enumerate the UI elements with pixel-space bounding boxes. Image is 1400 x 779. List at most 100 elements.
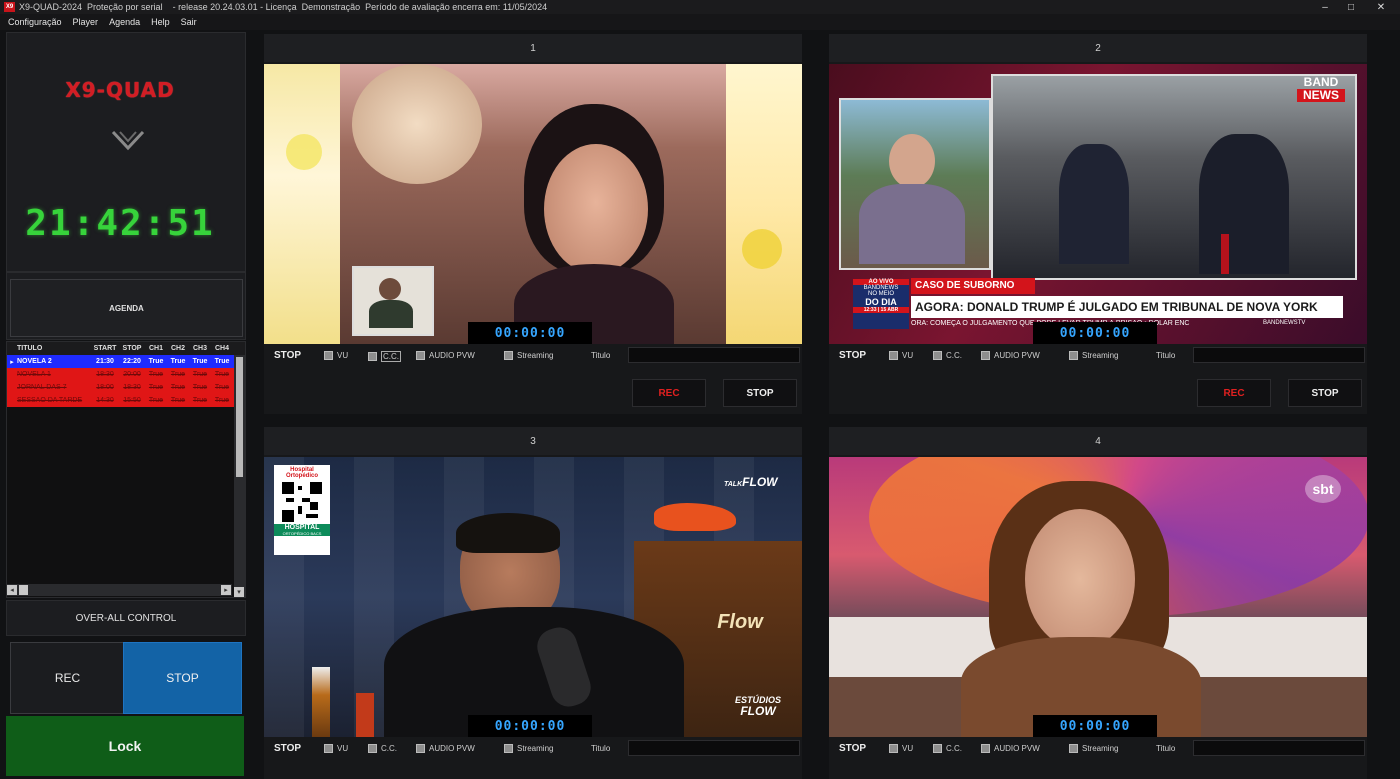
schedule-table: TÍTULO START STOP CH1 CH2 CH3 CH4 ▸ NOVE… xyxy=(6,341,246,598)
menu-player[interactable]: Player xyxy=(73,17,99,27)
vu-checkbox[interactable]: VU xyxy=(889,351,913,360)
maximize-icon[interactable]: □ xyxy=(1342,0,1360,14)
channel-2-panel: 2 BAND NEWS AO VIVO BANDNEWS NO MEIO DO … xyxy=(829,34,1367,414)
talk-flow-logo: TALKFLOW xyxy=(724,475,778,489)
vertical-scrollbar[interactable]: ▾ xyxy=(234,355,245,597)
col-ch3[interactable]: CH3 xyxy=(189,345,211,352)
channel-2-status: STOP xyxy=(839,350,867,361)
titulo-input[interactable] xyxy=(628,740,800,756)
channel-2-rec-button[interactable]: REC xyxy=(1197,379,1271,407)
channel-1-rec-button[interactable]: REC xyxy=(632,379,706,407)
channel-3-header: 3 xyxy=(264,427,802,455)
scroll-right-icon[interactable]: ▸ xyxy=(221,585,231,595)
channel-2-video[interactable]: BAND NEWS AO VIVO BANDNEWS NO MEIO DO DI… xyxy=(829,64,1367,344)
over-all-rec-button[interactable]: REC xyxy=(10,642,125,714)
scroll-left-icon[interactable]: ◂ xyxy=(7,585,17,595)
channel-2-controls: STOP VU C.C. AUDIO PVW Streaming Titulo xyxy=(829,347,1367,367)
channel-2-stop-button[interactable]: STOP xyxy=(1288,379,1362,407)
title-bar: X9 X9-QUAD-2024 Proteção por serial - re… xyxy=(0,0,1400,14)
audio-pvw-checkbox[interactable]: AUDIO PVW xyxy=(416,351,475,360)
channel-2-timecode: 00:00:00 xyxy=(1033,322,1157,344)
vu-checkbox[interactable]: VU xyxy=(324,351,348,360)
table-row[interactable]: NOVELA 1 18:30 20:00 True True True True xyxy=(7,368,245,381)
channel-4-panel: 4 sbt 00:00:00 STOP VU C.C. AUDIO PVW St… xyxy=(829,427,1367,779)
channel-1-timecode: 00:00:00 xyxy=(468,322,592,344)
channel-4-timecode: 00:00:00 xyxy=(1033,715,1157,737)
channel-1-status: STOP xyxy=(274,350,302,361)
col-start[interactable]: START xyxy=(91,345,119,352)
headline-banner: AGORA: DONALD TRUMP É JULGADO EM TRIBUNA… xyxy=(911,296,1343,318)
audio-pvw-checkbox[interactable]: AUDIO PVW xyxy=(981,351,1040,360)
digital-clock: 21:42:51 xyxy=(25,203,215,244)
menu-help[interactable]: Help xyxy=(151,17,170,27)
titulo-label: Titulo xyxy=(1156,744,1176,753)
app-icon: X9 xyxy=(4,2,15,12)
titulo-input[interactable] xyxy=(1193,740,1365,756)
cc-checkbox[interactable]: C.C. xyxy=(933,351,962,360)
streaming-checkbox[interactable]: Streaming xyxy=(504,351,553,360)
titulo-input[interactable] xyxy=(628,347,800,363)
social-handle: BANDNEWSTV xyxy=(1263,320,1306,326)
logo-clock-panel: X9-QUAD 21:42:51 xyxy=(6,32,246,272)
cc-checkbox[interactable]: C.C. xyxy=(933,744,962,753)
channel-4-status: STOP xyxy=(839,743,867,754)
sbt-logo: sbt xyxy=(1305,475,1341,503)
scrollbar-thumb[interactable] xyxy=(19,585,28,595)
menu-agenda[interactable]: Agenda xyxy=(109,17,140,27)
titulo-input[interactable] xyxy=(1193,347,1365,363)
over-all-stop-button[interactable]: STOP xyxy=(123,642,242,714)
band-news-logo: BAND NEWS xyxy=(1291,76,1351,110)
audio-pvw-checkbox[interactable]: AUDIO PVW xyxy=(416,744,475,753)
menu-sair[interactable]: Sair xyxy=(181,17,197,27)
cc-checkbox[interactable]: C.C. xyxy=(368,351,401,362)
channel-3-timecode: 00:00:00 xyxy=(468,715,592,737)
channel-4-header: 4 xyxy=(829,427,1367,455)
program-bug: AO VIVO BANDNEWS NO MEIO DO DIA 12:33 | … xyxy=(853,279,909,329)
flow-neon-sign: Flow xyxy=(717,611,763,633)
estudios-flow-logo: ESTÚDIOS FLOW xyxy=(734,695,781,718)
agenda-button[interactable]: AGENDA xyxy=(10,279,243,337)
titulo-label: Titulo xyxy=(591,351,611,360)
channel-1-stop-button[interactable]: STOP xyxy=(723,379,797,407)
col-title[interactable]: TÍTULO xyxy=(17,345,91,352)
scroll-down-icon[interactable]: ▾ xyxy=(234,587,244,597)
channel-1-video[interactable]: 00:00:00 xyxy=(264,64,802,344)
table-row[interactable]: JORNAL DAS 7 18:00 18:30 True True True … xyxy=(7,381,245,394)
vu-checkbox[interactable]: VU xyxy=(324,744,348,753)
streaming-checkbox[interactable]: Streaming xyxy=(504,744,553,753)
vu-checkbox[interactable]: VU xyxy=(889,744,913,753)
horizontal-scrollbar[interactable]: ◂ ▸ xyxy=(6,584,232,596)
titulo-label: Titulo xyxy=(591,744,611,753)
table-row[interactable]: SESSÃO DA TARDE 14:30 15:50 True True Tr… xyxy=(7,394,245,407)
cc-checkbox[interactable]: C.C. xyxy=(368,744,397,753)
channel-3-video[interactable]: TALKFLOW Flow Hospital Ortopédico HOSPIT… xyxy=(264,457,802,737)
table-row[interactable]: ▸ NOVELA 2 21:30 22:20 True True True Tr… xyxy=(7,355,245,368)
hospital-qr-ad: Hospital Ortopédico HOSPITAL ORTOPÉDICO … xyxy=(274,465,330,555)
channel-3-controls: STOP VU C.C. AUDIO PVW Streaming Titulo xyxy=(264,740,802,760)
streaming-checkbox[interactable]: Streaming xyxy=(1069,744,1118,753)
schedule-header: TÍTULO START STOP CH1 CH2 CH3 CH4 xyxy=(7,342,245,355)
close-icon[interactable]: ✕ xyxy=(1372,0,1390,14)
scrollbar-thumb[interactable] xyxy=(236,357,243,477)
titulo-label: Titulo xyxy=(1156,351,1176,360)
window-title: X9-QUAD-2024 Proteção por serial - relea… xyxy=(19,2,548,12)
menu-bar: Configuração Player Agenda Help Sair xyxy=(0,14,1400,30)
minimize-icon[interactable]: – xyxy=(1316,0,1334,14)
audio-pvw-checkbox[interactable]: AUDIO PVW xyxy=(981,744,1040,753)
col-ch1[interactable]: CH1 xyxy=(145,345,167,352)
channel-1-header: 1 xyxy=(264,34,802,62)
topic-banner: CASO DE SUBORNO xyxy=(911,278,1035,294)
channel-2-header: 2 xyxy=(829,34,1367,62)
over-all-control-label: OVER-ALL CONTROL xyxy=(6,600,246,636)
lock-button[interactable]: Lock xyxy=(6,716,244,776)
menu-configuracao[interactable]: Configuração xyxy=(8,17,62,27)
streaming-checkbox[interactable]: Streaming xyxy=(1069,351,1118,360)
channel-3-panel: 3 TALKFLOW Flow Hospital Ortopédico HOSP… xyxy=(264,427,802,779)
col-ch2[interactable]: CH2 xyxy=(167,345,189,352)
channel-3-status: STOP xyxy=(274,743,302,754)
channel-4-video[interactable]: sbt 00:00:00 xyxy=(829,457,1367,737)
channel-1-panel: 1 00:00:00 STOP VU C.C. AUDIO PVW Stream… xyxy=(264,34,802,414)
chevron-down-icon xyxy=(111,130,145,151)
col-ch4[interactable]: CH4 xyxy=(211,345,233,352)
col-stop[interactable]: STOP xyxy=(119,345,145,352)
